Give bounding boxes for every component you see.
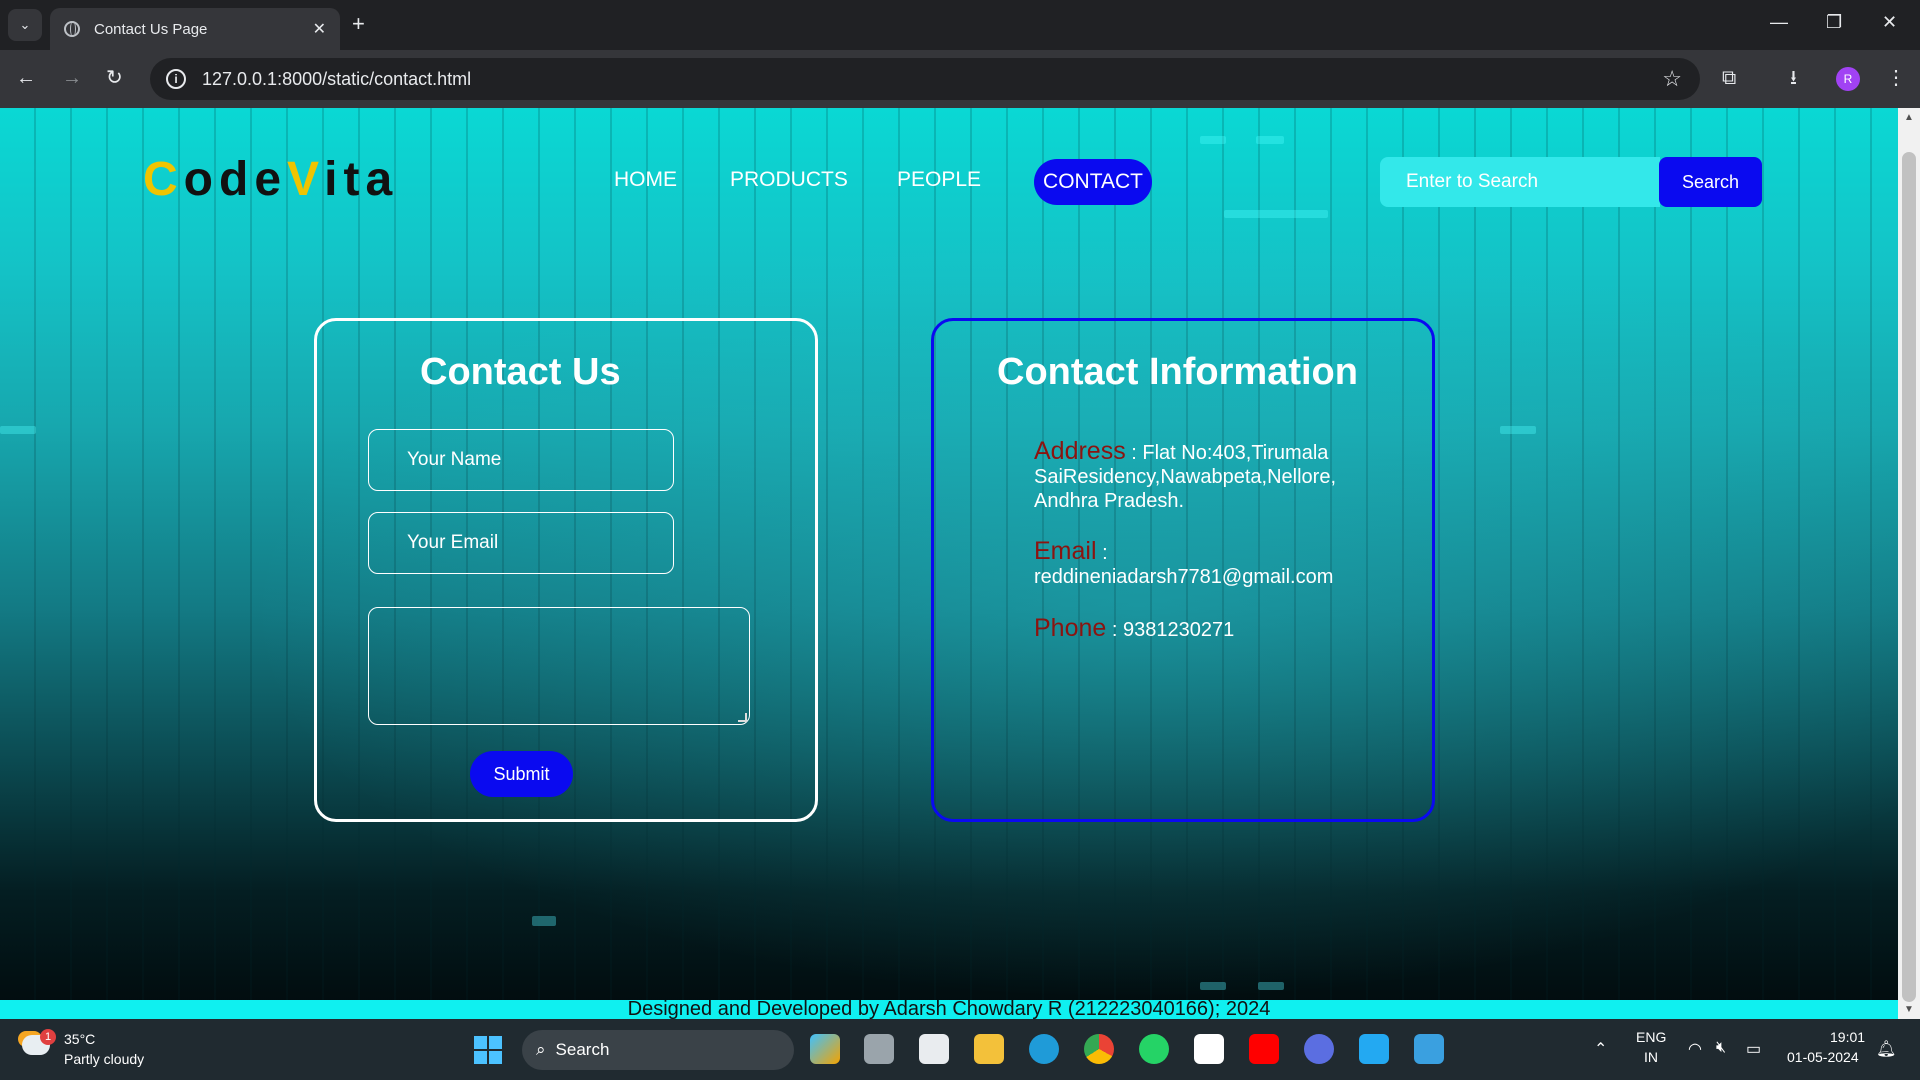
name-field[interactable] — [368, 429, 674, 491]
address-block: Address : Flat No:403,Tirumala SaiReside… — [1034, 439, 1354, 513]
battery-icon[interactable]: ▭ — [1746, 1039, 1761, 1059]
logo-letter-v: V — [287, 153, 325, 206]
windows-taskbar: 1 35°C Partly cloudy ⌕ Search ⌃ ENG IN ◠… — [0, 1019, 1920, 1080]
wifi-icon[interactable]: ◠ — [1688, 1039, 1702, 1059]
browser-toolbar: ← → ↻ i 127.0.0.1:8000/static/contact.ht… — [0, 50, 1920, 108]
phone-label: Phone — [1034, 614, 1107, 642]
globe-icon — [64, 21, 80, 37]
background-glow — [1224, 210, 1328, 218]
page-footer: Designed and Developed by Adarsh Chowdar… — [0, 999, 1898, 1019]
taskbar-search-label: Search — [555, 1040, 610, 1059]
whatsapp-icon[interactable] — [1139, 1034, 1169, 1064]
region-label[interactable]: IN — [1644, 1049, 1658, 1065]
window-close-icon[interactable]: ✕ — [1882, 12, 1897, 33]
nav-home[interactable]: HOME — [614, 168, 677, 192]
bookmark-star-icon[interactable]: ☆ — [1662, 66, 1682, 92]
tab-close-icon[interactable]: ✕ — [313, 19, 326, 39]
forward-arrow-icon[interactable]: → — [62, 66, 82, 90]
tab-title: Contact Us Page — [94, 20, 208, 38]
youtube-icon[interactable] — [1249, 1034, 1279, 1064]
submit-button[interactable]: Submit — [470, 751, 573, 797]
background-glow — [1200, 982, 1226, 990]
scroll-down-icon[interactable]: ▼ — [1904, 1004, 1914, 1015]
browser-tab[interactable]: Contact Us Page ✕ — [50, 8, 340, 50]
email-block: Email : reddineniadarsh7781@gmail.com — [1034, 539, 1354, 589]
background-glow — [532, 916, 556, 926]
nav-contact[interactable]: CONTACT — [1034, 159, 1152, 205]
nav-products[interactable]: PRODUCTS — [730, 168, 848, 192]
copilot-icon[interactable] — [810, 1034, 840, 1064]
nav-people[interactable]: PEOPLE — [897, 168, 981, 192]
logo-letter-c: C — [143, 153, 184, 206]
weather-badge: 1 — [40, 1029, 56, 1045]
new-tab-button[interactable]: + — [352, 11, 365, 37]
language-label[interactable]: ENG — [1636, 1029, 1666, 1045]
back-arrow-icon[interactable]: ← — [16, 66, 36, 90]
site-search-button[interactable]: Search — [1659, 157, 1762, 207]
scrollbar-thumb[interactable] — [1902, 152, 1916, 1002]
arc-icon[interactable] — [1304, 1034, 1334, 1064]
email-value: reddineniadarsh7781@gmail.com — [1034, 566, 1334, 588]
notepad-icon[interactable] — [1414, 1034, 1444, 1064]
file-explorer-icon[interactable] — [974, 1034, 1004, 1064]
contact-form-card: Contact Us Submit — [314, 318, 818, 822]
browser-tab-strip: ⌄ Contact Us Page ✕ + — ❐ ✕ — [0, 0, 1920, 50]
background-glow — [1200, 136, 1226, 144]
tray-chevron-up-icon[interactable]: ⌃ — [1594, 1039, 1607, 1059]
address-bar[interactable]: i 127.0.0.1:8000/static/contact.html ☆ — [150, 58, 1700, 100]
restore-icon[interactable]: ❐ — [1826, 12, 1842, 33]
download-icon[interactable]: ⭳ — [1790, 66, 1797, 90]
site-search-input[interactable] — [1380, 157, 1660, 207]
resize-grip-icon[interactable] — [738, 713, 747, 722]
extensions-icon[interactable]: ⧉ — [1722, 66, 1736, 90]
store-icon[interactable] — [919, 1034, 949, 1064]
background-glow — [1500, 426, 1536, 434]
start-windows-icon[interactable] — [474, 1036, 502, 1064]
tab-search-chevron-icon[interactable]: ⌄ — [8, 9, 42, 41]
minimize-icon[interactable]: — — [1770, 12, 1788, 33]
profile-avatar[interactable]: R — [1836, 67, 1860, 91]
background-glow — [0, 426, 36, 434]
contact-info-card: Contact Information Address : Flat No:40… — [931, 318, 1435, 822]
email-label: Email — [1034, 537, 1097, 565]
contact-form-title: Contact Us — [420, 351, 621, 393]
email-separator: : — [1096, 542, 1108, 564]
site-info-icon[interactable]: i — [166, 69, 186, 89]
codevita-logo[interactable]: CodeVita — [143, 152, 398, 207]
email-field[interactable] — [368, 512, 674, 574]
weather-widget[interactable]: 1 35°C Partly cloudy — [22, 1029, 172, 1073]
message-textarea[interactable] — [368, 607, 750, 725]
reload-icon[interactable]: ↻ — [106, 66, 123, 90]
background-glow — [1256, 136, 1284, 144]
phone-block: Phone : 9381230271 — [1034, 616, 1354, 642]
taskbar-search[interactable]: ⌕ Search — [522, 1030, 794, 1070]
scroll-up-icon[interactable]: ▲ — [1904, 112, 1914, 123]
phone-value: : 9381230271 — [1106, 619, 1235, 641]
vscode-icon[interactable] — [1359, 1034, 1389, 1064]
notification-bell-icon[interactable]: 🔔︎ — [1876, 1039, 1896, 1059]
logo-part-ita: ita — [324, 153, 399, 206]
page-viewport: CodeVita HOME PRODUCTS PEOPLE CONTACT Se… — [0, 108, 1898, 1019]
weather-desc: Partly cloudy — [64, 1051, 145, 1067]
weather-temp: 35°C — [64, 1031, 96, 1047]
task-view-icon[interactable] — [864, 1034, 894, 1064]
url-text: 127.0.0.1:8000/static/contact.html — [202, 68, 472, 89]
volume-muted-icon[interactable]: 🔇︎ — [1716, 1039, 1726, 1057]
contact-info-title: Contact Information — [997, 351, 1358, 393]
logo-part-ode: ode — [183, 153, 288, 206]
page-scrollbar[interactable]: ▲ ▼ — [1898, 108, 1920, 1019]
clock-date[interactable]: 01-05-2024 — [1787, 1049, 1859, 1065]
gmail-icon[interactable] — [1194, 1034, 1224, 1064]
menu-dots-icon[interactable]: ⋮ — [1886, 66, 1906, 90]
chrome-icon[interactable] — [1084, 1034, 1114, 1064]
clock-time[interactable]: 19:01 — [1830, 1029, 1865, 1045]
address-label: Address — [1034, 437, 1126, 465]
background-glow — [1258, 982, 1284, 990]
search-icon: ⌕ — [536, 1040, 546, 1059]
edge-icon[interactable] — [1029, 1034, 1059, 1064]
